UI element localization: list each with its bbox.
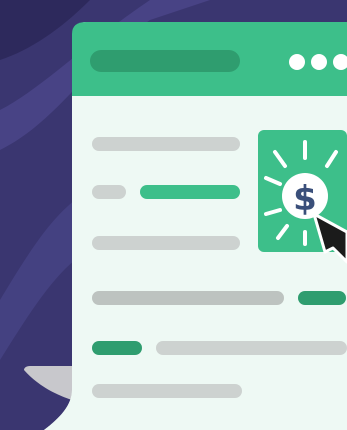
placeholder-line <box>92 291 284 305</box>
placeholder-line-accent <box>92 341 142 355</box>
header-dot <box>311 54 327 70</box>
placeholder-line <box>92 384 242 398</box>
header-dot <box>289 54 305 70</box>
placeholder-line <box>92 236 240 250</box>
placeholder-line <box>92 185 126 199</box>
header-title-bar <box>90 50 240 72</box>
placeholder-line-accent <box>298 291 346 305</box>
placeholder-line <box>92 137 240 151</box>
placeholder-line <box>156 341 347 355</box>
placeholder-line-accent <box>140 185 240 199</box>
scene: $ <box>0 0 347 430</box>
